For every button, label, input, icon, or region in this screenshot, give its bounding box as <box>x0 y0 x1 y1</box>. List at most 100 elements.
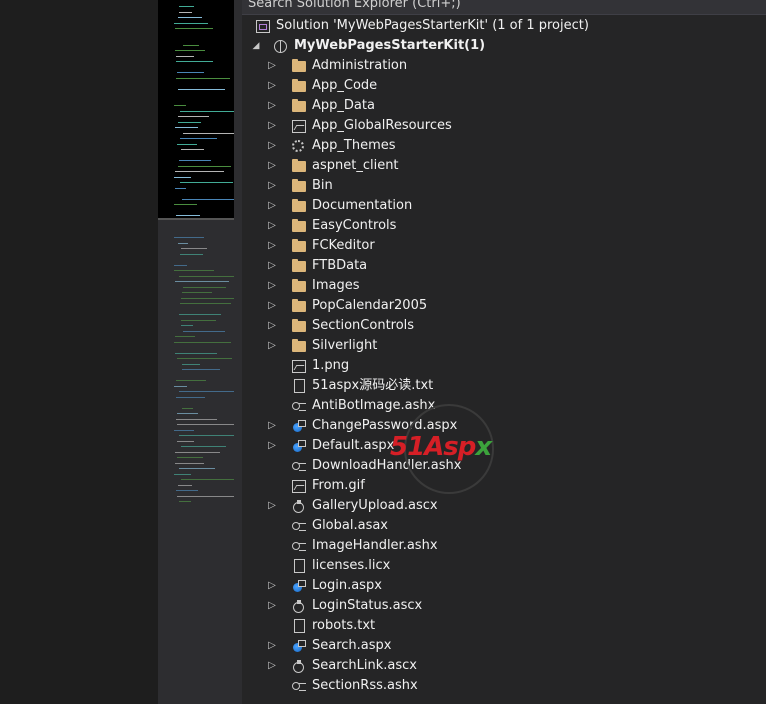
tree-item[interactable]: ▷ App_Themes <box>242 136 766 156</box>
code-minimap[interactable] <box>158 0 234 704</box>
expand-arrow-icon[interactable]: ▷ <box>264 136 280 156</box>
expand-arrow-icon[interactable]: ▷ <box>264 656 280 676</box>
folder-icon <box>292 319 306 332</box>
minimap-code-line <box>175 451 220 453</box>
folder-icon <box>292 59 306 72</box>
expand-arrow-icon[interactable]: ▷ <box>264 96 280 116</box>
user-control-icon <box>292 599 306 613</box>
tree-item[interactable]: ▷ Search.aspx <box>242 636 766 656</box>
themes-icon <box>292 140 304 152</box>
expand-arrow-icon[interactable]: ▷ <box>264 296 280 316</box>
tree-item[interactable]: ▷ App_Code <box>242 76 766 96</box>
expand-arrow-icon[interactable]: ▷ <box>264 276 280 296</box>
tree-item[interactable]: 51aspx源码必读.txt <box>242 376 766 396</box>
tree-item-label: FCKeditor <box>312 238 375 253</box>
tree-item-label: Administration <box>312 58 408 73</box>
expand-arrow-icon[interactable]: ▷ <box>264 596 280 616</box>
search-solution-explorer-box[interactable]: Search Solution Explorer (Ctrl+;) <box>242 0 766 15</box>
tree-item-label: PopCalendar2005 <box>312 298 428 313</box>
tree-item-label: Silverlight <box>312 338 378 353</box>
tree-item[interactable]: ▷ SearchLink.ascx <box>242 656 766 676</box>
tree-item[interactable]: ▷ EasyControls <box>242 216 766 236</box>
editor-background <box>0 0 158 704</box>
minimap-code-line <box>174 385 187 387</box>
tree-item[interactable]: robots.txt <box>242 616 766 636</box>
minimap-code-line <box>182 198 234 200</box>
expand-arrow-icon[interactable]: ▷ <box>264 116 280 136</box>
aspx-page-icon <box>292 579 306 593</box>
tree-item[interactable]: 1.png <box>242 356 766 376</box>
tree-item[interactable]: ▷ GalleryUpload.ascx <box>242 496 766 516</box>
minimap-code-line <box>179 468 215 469</box>
tree-item[interactable]: ▷ Images <box>242 276 766 296</box>
tree-item[interactable]: ImageHandler.ashx <box>242 536 766 556</box>
project-node[interactable]: ◢ MyWebPagesStarterKit(1) <box>242 36 766 56</box>
expand-arrow-icon[interactable]: ▷ <box>264 56 280 76</box>
expand-arrow-icon[interactable]: ▷ <box>264 496 280 516</box>
minimap-code-line <box>175 352 217 354</box>
expand-arrow-icon[interactable]: ▷ <box>264 256 280 276</box>
expand-arrow-icon[interactable]: ▷ <box>264 576 280 596</box>
handler-icon <box>292 401 306 411</box>
collapse-arrow-icon[interactable]: ◢ <box>248 36 264 56</box>
tree-item[interactable]: ▷ Login.aspx <box>242 576 766 596</box>
minimap-code-line <box>183 330 225 332</box>
expand-arrow-icon[interactable]: ▷ <box>264 636 280 656</box>
tree-item-label: Login.aspx <box>312 578 382 593</box>
tree-item[interactable]: ▷ aspnet_client <box>242 156 766 176</box>
tree-item[interactable]: ▷ FCKeditor <box>242 236 766 256</box>
minimap-code-line <box>175 336 195 337</box>
expand-arrow-icon[interactable]: ▷ <box>264 196 280 216</box>
tree-item[interactable]: ▷ Silverlight <box>242 336 766 356</box>
solution-node[interactable]: Solution 'MyWebPagesStarterKit' (1 of 1 … <box>242 16 766 36</box>
aspx-page-icon <box>292 439 306 453</box>
handler-icon <box>292 681 306 691</box>
tree-item[interactable]: ▷ App_Data <box>242 96 766 116</box>
tree-item[interactable]: ▷ App_GlobalResources <box>242 116 766 136</box>
tree-item-label: App_Themes <box>312 138 396 153</box>
tree-item-label: Default.aspx <box>312 438 395 453</box>
tree-item[interactable]: licenses.licx <box>242 556 766 576</box>
tree-item[interactable]: ▷ Bin <box>242 176 766 196</box>
minimap-code-line <box>177 413 198 414</box>
handler-icon <box>292 461 306 471</box>
folder-icon <box>292 239 306 252</box>
solution-icon <box>256 20 270 33</box>
expand-arrow-icon[interactable]: ▷ <box>264 176 280 196</box>
tree-item[interactable]: Global.asax <box>242 516 766 536</box>
tree-item[interactable]: SectionRss.ashx <box>242 676 766 696</box>
tree-item[interactable]: ▷ LoginStatus.ascx <box>242 596 766 616</box>
folder-icon <box>292 199 306 212</box>
tree-item[interactable]: ▷ SectionControls <box>242 316 766 336</box>
minimap-code-line <box>181 319 216 321</box>
expand-arrow-icon[interactable]: ▷ <box>264 156 280 176</box>
minimap-code-line <box>177 495 234 497</box>
folder-icon <box>292 179 306 192</box>
minimap-code-line <box>175 127 198 128</box>
tree-item[interactable]: ▷ FTBData <box>242 256 766 276</box>
text-file-icon <box>294 619 305 633</box>
minimap-code-line <box>179 6 194 7</box>
tree-item[interactable]: ▷ Administration <box>242 56 766 76</box>
minimap-code-line <box>180 303 231 304</box>
panel-splitter[interactable] <box>234 0 242 704</box>
tree-item[interactable]: ▷ Documentation <box>242 196 766 216</box>
expand-arrow-icon[interactable]: ▷ <box>264 316 280 336</box>
minimap-code-line <box>175 171 224 172</box>
expand-arrow-icon[interactable]: ▷ <box>264 416 280 436</box>
expand-arrow-icon[interactable]: ▷ <box>264 336 280 356</box>
expand-arrow-icon[interactable]: ▷ <box>264 216 280 236</box>
folder-icon <box>292 99 306 112</box>
minimap-code-line <box>175 50 205 51</box>
expand-arrow-icon[interactable]: ▷ <box>264 236 280 256</box>
expand-arrow-icon[interactable]: ▷ <box>264 76 280 96</box>
minimap-code-line <box>182 369 220 370</box>
text-file-icon <box>294 559 305 573</box>
expand-arrow-icon[interactable]: ▷ <box>264 436 280 456</box>
minimap-code-line <box>181 446 226 447</box>
tree-item[interactable]: ▷ PopCalendar2005 <box>242 296 766 316</box>
text-file-icon <box>294 379 305 393</box>
minimap-code-line <box>177 424 234 425</box>
minimap-code-line <box>182 292 212 293</box>
minimap-code-line <box>183 132 234 134</box>
